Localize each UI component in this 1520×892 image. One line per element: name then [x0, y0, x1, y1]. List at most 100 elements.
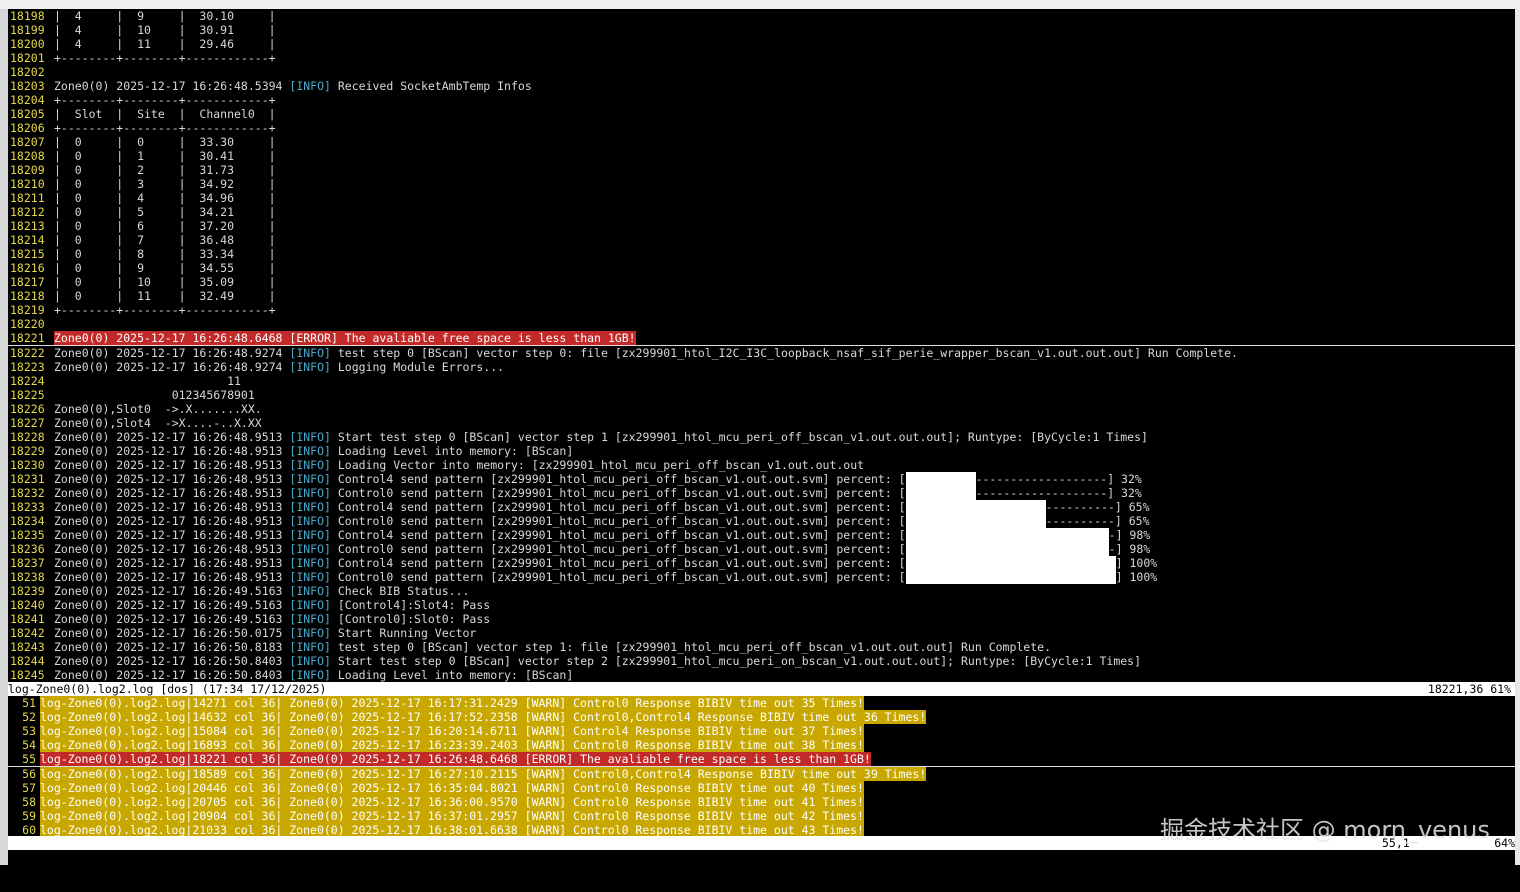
log-text: Zone0(0) 2025-12-17 16:26:48.9513 [54, 444, 290, 458]
quickfix-item[interactable]: 57 log-Zone0(0).log2.log|20446 col 36| Zo… [8, 781, 1515, 795]
line-number: 18206 [10, 121, 45, 135]
progress-remaining: ------------------- [975, 486, 1108, 500]
line-number: 18213 [10, 219, 45, 233]
log-line: 18237 Zone0(0) 2025-12-17 16:26:48.9513 [… [8, 556, 1515, 570]
log-line: 18235 Zone0(0) 2025-12-17 16:26:48.9513 [… [8, 528, 1515, 542]
line-number: 18218 [10, 289, 45, 303]
progress-remaining: ------------------- [975, 472, 1108, 486]
line-number: 18237 [10, 556, 45, 570]
quickfix-item[interactable]: 52 log-Zone0(0).log2.log|14632 col 36| Zo… [8, 710, 1515, 724]
log-line: 18202 [8, 65, 1515, 79]
log-text: 012345678901 [54, 388, 255, 402]
line-number: 18208 [10, 149, 45, 163]
right-scrollbar[interactable] [1515, 9, 1520, 865]
info-tag: [INFO] [289, 514, 331, 528]
quickfix-index: 59 [22, 809, 36, 823]
quickfix-text: log-Zone0(0).log2.log|21033 col 36| Zone… [40, 823, 864, 837]
vim-log-window[interactable]: 18198 | 4 | 9 | 30.10 | 18199 | 4 | 10 | 30… [8, 9, 1515, 837]
quickfix-text: log-Zone0(0).log2.log|20904 col 36| Zone… [40, 809, 864, 823]
log-line: 18229 Zone0(0) 2025-12-17 16:26:48.9513 [… [8, 444, 1515, 458]
log-message: [Control4]:Slot4: Pass [330, 598, 491, 612]
log-line: 18223 Zone0(0) 2025-12-17 16:26:48.9274 [… [8, 360, 1515, 374]
quickfix-item[interactable]: 53 log-Zone0(0).log2.log|15084 col 36| Zo… [8, 724, 1515, 738]
quickfix-text: log-Zone0(0).log2.log|14632 col 36| Zone… [40, 710, 927, 724]
line-number: 18220 [10, 317, 45, 331]
quickfix-item[interactable]: 54 log-Zone0(0).log2.log|16893 col 36| Zo… [8, 738, 1515, 752]
log-line: 18230 Zone0(0) 2025-12-17 16:26:48.9513 [… [8, 458, 1515, 472]
line-number: 18228 [10, 430, 45, 444]
line-number: 18198 [10, 9, 45, 23]
progress-fill [905, 486, 976, 500]
log-line: 18231 Zone0(0) 2025-12-17 16:26:48.9513 [… [8, 472, 1515, 486]
line-number: 18233 [10, 500, 45, 514]
log-line: 18200 | 4 | 11 | 29.46 | [8, 37, 1515, 51]
log-text: | 0 | 10 | 35.09 | [54, 275, 276, 289]
info-tag: [INFO] [289, 430, 331, 444]
line-number: 18221 [10, 331, 45, 345]
log-line: 18201 +--------+--------+------------+ [8, 51, 1515, 65]
log-message: Control0 send pattern [zx299901_htol_mcu… [330, 570, 906, 584]
log-line: 18208 | 0 | 1 | 30.41 | [8, 149, 1515, 163]
quickfix-item[interactable]: 58 log-Zone0(0).log2.log|20705 col 36| Zo… [8, 795, 1515, 809]
window-top-bar [0, 0, 1520, 9]
progress-fill [905, 542, 1109, 556]
progress-percent: ] 32% [1107, 486, 1142, 500]
line-number: 18223 [10, 360, 45, 374]
log-line: 18214 | 0 | 7 | 36.48 | [8, 233, 1515, 247]
log-message: Check BIB Status... [330, 584, 470, 598]
progress-remaining: ---------- [1045, 514, 1115, 528]
progress-remaining: - [1108, 542, 1116, 556]
progress-percent: ] 65% [1114, 514, 1150, 528]
log-message: Start test step 0 [BScan] vector step 2 … [330, 654, 1142, 668]
progress-fill [905, 500, 1046, 514]
log-text: Zone0(0) 2025-12-17 16:26:50.8403 [54, 668, 290, 682]
log-line: 18212 | 0 | 5 | 34.21 | [8, 205, 1515, 219]
log-line: 18216 | 0 | 9 | 34.55 | [8, 261, 1515, 275]
line-number: 18241 [10, 612, 45, 626]
log-text: Zone0(0) 2025-12-17 16:26:48.9513 [54, 458, 290, 472]
quickfix-item[interactable]: 56 log-Zone0(0).log2.log|18589 col 36| Zo… [8, 767, 1515, 781]
log-text: Zone0(0) 2025-12-17 16:26:48.9274 [54, 360, 290, 374]
log-line: 18226 Zone0(0),Slot0 ->.X.......XX. [8, 402, 1515, 416]
log-window-status-line: log-Zone0(0).log2.log [dos] (17:34 17/12… [8, 682, 1515, 696]
log-text: | 0 | 5 | 34.21 | [54, 205, 276, 219]
log-message: Loading Level into memory: [BScan] [330, 668, 574, 682]
info-tag: [INFO] [289, 500, 331, 514]
log-text: | 0 | 3 | 34.92 | [54, 177, 276, 191]
info-tag: [INFO] [289, 598, 331, 612]
progress-fill [905, 556, 1116, 570]
quickfix-text: log-Zone0(0).log2.log|20446 col 36| Zone… [40, 781, 864, 795]
log-line: 18227 Zone0(0),Slot4 ->X....-..X.XX [8, 416, 1515, 430]
log-text: Zone0(0) 2025-12-17 16:26:48.9274 [54, 346, 290, 360]
line-number: 18234 [10, 514, 45, 528]
line-number: 18214 [10, 233, 45, 247]
line-number: 18211 [10, 191, 45, 205]
log-line: 18198 | 4 | 9 | 30.10 | [8, 9, 1515, 23]
log-line: 18243 Zone0(0) 2025-12-17 16:26:50.8183 [… [8, 640, 1515, 654]
log-line: 18233 Zone0(0) 2025-12-17 16:26:48.9513 [… [8, 500, 1515, 514]
log-line: 18236 Zone0(0) 2025-12-17 16:26:48.9513 [… [8, 542, 1515, 556]
line-number: 18219 [10, 303, 45, 317]
scroll-percent: 64% [1494, 836, 1515, 850]
log-text: Zone0(0),Slot4 ->X....-..X.XX [54, 416, 262, 430]
progress-remaining: ---------- [1045, 500, 1115, 514]
log-message: test step 0 [BScan] vector step 0: file … [330, 346, 1238, 360]
log-text: Zone0(0) 2025-12-17 16:26:48.9513 [54, 500, 290, 514]
line-number: 18244 [10, 654, 45, 668]
info-tag: [INFO] [289, 626, 331, 640]
error-text: Zone0(0) 2025-12-17 16:26:48.6468 [ERROR… [54, 331, 636, 345]
log-text: | 0 | 6 | 37.20 | [54, 219, 276, 233]
log-text: Zone0(0) 2025-12-17 16:26:50.0175 [54, 626, 290, 640]
log-text: Zone0(0) 2025-12-17 16:26:50.8403 [54, 654, 290, 668]
log-message: test step 0 [BScan] vector step 1: file … [330, 640, 1052, 654]
log-line: 18241 Zone0(0) 2025-12-17 16:26:49.5163 [… [8, 612, 1515, 626]
line-number: 18200 [10, 37, 45, 51]
log-line: 18240 Zone0(0) 2025-12-17 16:26:49.5163 [… [8, 598, 1515, 612]
info-tag: [INFO] [289, 458, 331, 472]
quickfix-item[interactable]: 51 log-Zone0(0).log2.log|14271 col 36| Zo… [8, 696, 1515, 710]
quickfix-item[interactable]: 55 log-Zone0(0).log2.log|18221 col 36| Zo… [8, 752, 1515, 767]
progress-percent: ] 98% [1115, 528, 1151, 542]
log-text: | 4 | 9 | 30.10 | [54, 9, 276, 23]
log-message: Control0 send pattern [zx299901_htol_mcu… [330, 486, 906, 500]
log-text: +--------+--------+------------+ [54, 121, 276, 135]
